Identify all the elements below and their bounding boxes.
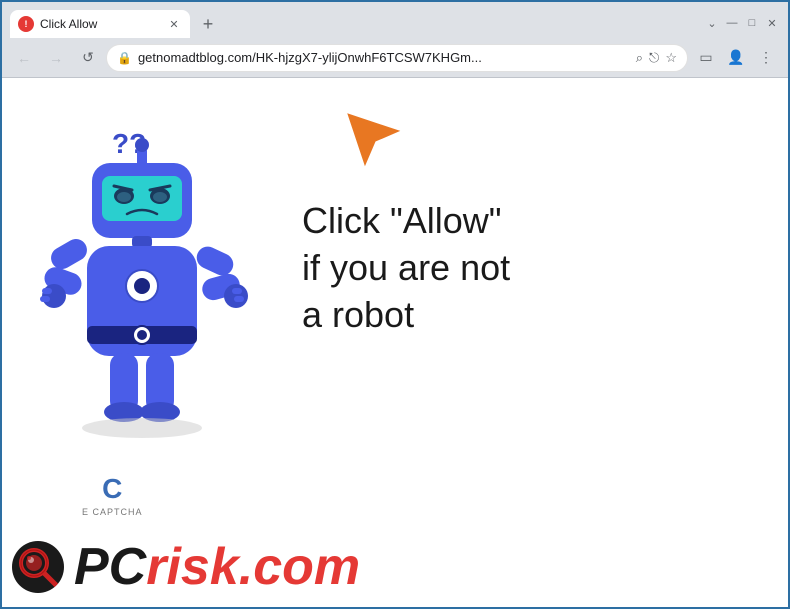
tabs-area: ! Click Allow ✕ +	[2, 8, 696, 38]
pcrisk-pc: PC	[74, 538, 146, 596]
address-bar-icons: ⌕ ⎋ ☆	[636, 50, 677, 66]
active-tab[interactable]: ! Click Allow ✕	[10, 10, 190, 38]
page-content: ??	[2, 78, 788, 607]
ecaptcha-c-icon: C	[102, 473, 122, 505]
pcrisk-watermark: PCrisk.com	[2, 527, 788, 607]
tab-favicon: !	[18, 16, 34, 32]
title-bar: ! Click Allow ✕ + ⌄ — □ ✕	[2, 2, 788, 38]
ecaptcha-logo: C E CAPTCHA	[82, 473, 143, 517]
captcha-text-line2: if you are not	[302, 245, 510, 292]
toolbar: ← → ↺ 🔒 getnomadtblog.com/HK-hjzgX7-ylij…	[2, 38, 788, 78]
minimize-button[interactable]: —	[724, 15, 740, 31]
tab-search-button[interactable]: ⌄	[704, 15, 720, 31]
share-icon[interactable]: ⎋	[649, 50, 659, 66]
url-text: getnomadtblog.com/HK-hjzgX7-ylijOnwhF6TC…	[138, 50, 630, 65]
tab-title: Click Allow	[40, 17, 160, 31]
search-icon[interactable]: ⌕	[636, 50, 643, 66]
pcrisk-brand-text: PCrisk.com	[74, 541, 360, 593]
profile-button[interactable]: 👤	[722, 44, 750, 72]
new-tab-button[interactable]: +	[194, 10, 222, 38]
window-controls: ⌄ — □ ✕	[696, 15, 788, 31]
reload-button[interactable]: ↺	[74, 44, 102, 72]
robot-illustration: ??	[32, 118, 292, 498]
back-button[interactable]: ←	[10, 44, 38, 72]
captcha-text-line3: a robot	[302, 292, 510, 339]
lock-icon: 🔒	[117, 51, 132, 65]
maximize-button[interactable]: □	[744, 15, 760, 31]
toolbar-right: ▭ 👤 ⋮	[692, 44, 780, 72]
close-button[interactable]: ✕	[764, 15, 780, 31]
menu-button[interactable]: ⋮	[752, 44, 780, 72]
tab-close-button[interactable]: ✕	[166, 16, 182, 32]
pcrisk-suffix: risk.com	[146, 538, 360, 596]
captcha-text-line1: Click "Allow"	[302, 198, 510, 245]
pcrisk-logo-icon	[12, 541, 64, 593]
bookmark-icon[interactable]: ☆	[665, 50, 677, 66]
forward-button[interactable]: →	[42, 44, 70, 72]
sidebar-toggle-button[interactable]: ▭	[692, 44, 720, 72]
ecaptcha-label: E CAPTCHA	[82, 507, 143, 517]
address-bar[interactable]: 🔒 getnomadtblog.com/HK-hjzgX7-ylijOnwhF6…	[106, 44, 688, 72]
chrome-window: ! Click Allow ✕ + ⌄ — □ ✕ ← → ↺ 🔒 getnom…	[0, 0, 790, 609]
captcha-main-text: Click "Allow" if you are not a robot	[302, 198, 510, 338]
